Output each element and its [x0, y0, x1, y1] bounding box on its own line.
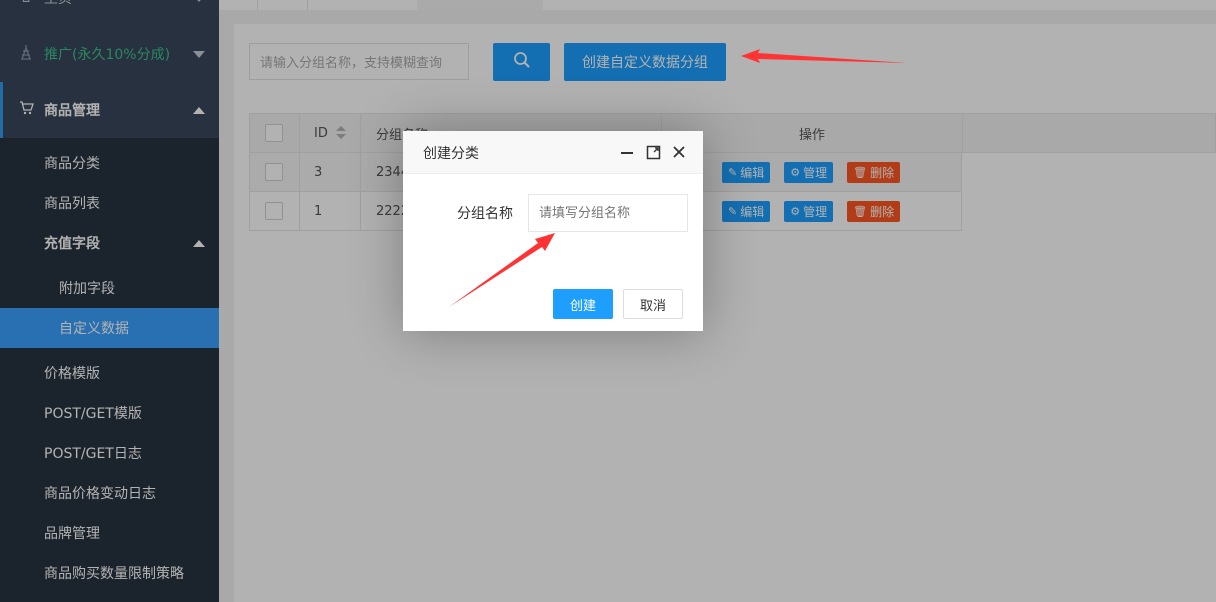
group-name-label: 分组名称	[457, 206, 513, 222]
group-name-input[interactable]	[528, 194, 688, 232]
close-icon[interactable]	[670, 143, 688, 161]
minimize-icon[interactable]	[618, 143, 636, 161]
create-button[interactable]: 创建	[553, 289, 613, 319]
maximize-icon[interactable]	[644, 143, 662, 161]
dialog-title: 创建分类	[423, 145, 479, 162]
dialog-header: 创建分类	[403, 131, 703, 174]
cancel-button[interactable]: 取消	[623, 289, 683, 319]
create-category-dialog: 创建分类 分组名称 创建 取消	[403, 131, 703, 331]
